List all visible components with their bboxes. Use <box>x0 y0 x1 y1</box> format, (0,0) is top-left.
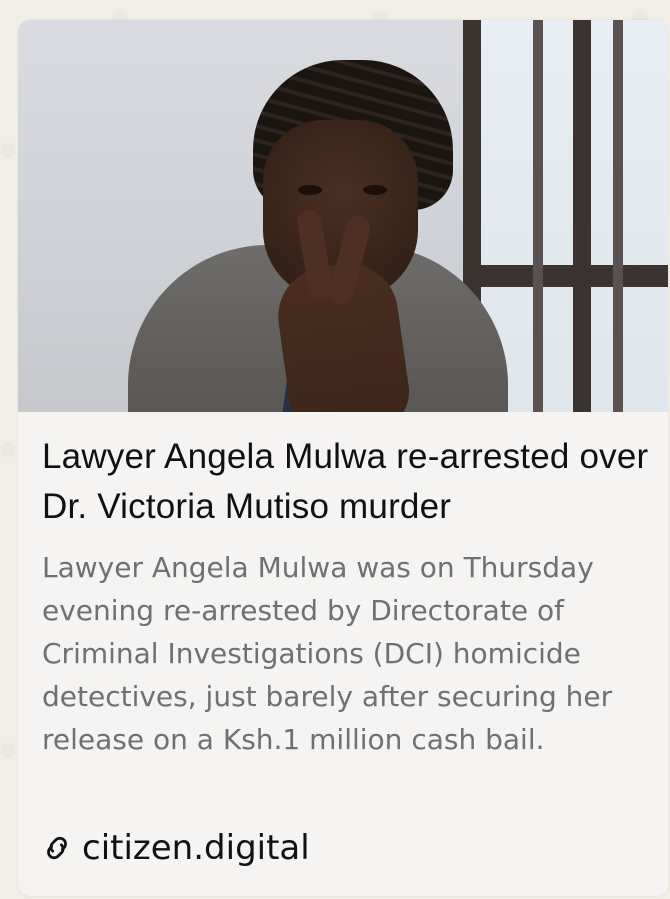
source-link[interactable]: citizen.digital <box>42 828 310 868</box>
link-preview-card[interactable]: Lawyer Angela Mulwa re-arrested over Dr.… <box>18 20 668 896</box>
preview-title[interactable]: Lawyer Angela Mulwa re-arrested over Dr.… <box>42 432 652 532</box>
person-photo <box>108 45 528 412</box>
preview-content: Lawyer Angela Mulwa re-arrested over Dr.… <box>42 432 652 761</box>
source-domain[interactable]: citizen.digital <box>82 828 310 868</box>
preview-description: Lawyer Angela Mulwa was on Thursday even… <box>42 551 613 756</box>
link-icon <box>47 836 67 860</box>
preview-image[interactable] <box>18 20 668 412</box>
